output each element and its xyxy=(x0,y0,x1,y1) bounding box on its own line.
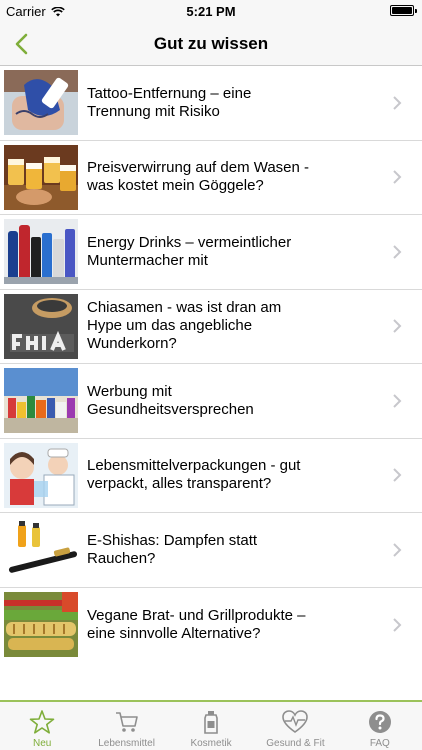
battery-icon xyxy=(390,5,417,16)
chia-seeds-thumbnail xyxy=(4,293,78,359)
page-title: Gut zu wissen xyxy=(153,34,269,53)
chevron-right-icon xyxy=(393,245,402,259)
status-time: 5:21 PM xyxy=(186,4,236,19)
tab-label: Gesund & Fit xyxy=(266,738,325,749)
chevron-right-icon xyxy=(393,618,402,632)
article-title: Energy Drinks – vermeintlicher Muntermac… xyxy=(87,233,292,269)
tab-label: Neu xyxy=(33,738,52,749)
list-item-chia[interactable]: Chiasamen - was ist dran am Hype um das … xyxy=(0,290,422,364)
tab-faq[interactable]: FAQ xyxy=(338,702,422,750)
status-bar: Carrier 5:21 PM xyxy=(0,0,422,22)
chevron-right-icon xyxy=(393,394,402,408)
chevron-right-icon xyxy=(393,170,402,184)
list-item-energy-drinks[interactable]: Energy Drinks – vermeintlicher Muntermac… xyxy=(0,215,422,290)
navigation-bar: Gut zu wissen xyxy=(0,22,422,66)
list-item-verpackungen[interactable]: Lebensmittelverpackungen - gut verpackt,… xyxy=(0,439,422,513)
article-title: Preisverwirrung auf dem Wasen - was kost… xyxy=(87,159,310,195)
energy-drinks-thumbnail xyxy=(4,219,78,284)
article-list: Tattoo-Entfernung – eine Trennung mit Ri… xyxy=(0,66,422,662)
list-item-tattoo[interactable]: Tattoo-Entfernung – eine Trennung mit Ri… xyxy=(0,66,422,141)
question-icon xyxy=(366,708,394,736)
tab-label: Lebensmittel xyxy=(98,738,155,749)
article-title: Lebensmittelverpackungen - gut verpackt,… xyxy=(87,457,301,493)
chevron-right-icon xyxy=(393,96,402,110)
chevron-right-icon xyxy=(393,468,402,482)
cosmetics-bottle-icon xyxy=(197,708,225,736)
chevron-right-icon xyxy=(393,319,402,333)
article-title: Tattoo-Entfernung – eine Trennung mit Ri… xyxy=(87,84,252,120)
article-title: Vegane Brat- und Grillprodukte – eine si… xyxy=(87,606,306,642)
tab-lebensmittel[interactable]: Lebensmittel xyxy=(84,702,168,750)
status-right xyxy=(390,5,417,16)
packaging-illustration-thumbnail xyxy=(4,442,78,508)
tab-kosmetik[interactable]: Kosmetik xyxy=(169,702,253,750)
list-item-vegan-grill[interactable]: Vegane Brat- und Grillprodukte – eine si… xyxy=(0,588,422,663)
tab-bar: Neu Lebensmittel Kosmetik Gesund & Fit F… xyxy=(0,700,422,750)
chevron-right-icon xyxy=(393,543,402,557)
list-item-werbung[interactable]: Werbung mit Gesundheitsversprechen xyxy=(0,364,422,439)
article-title: Werbung mit Gesundheitsversprechen xyxy=(87,382,254,418)
list-item-e-shishas[interactable]: E-Shishas: Dampfen statt Rauchen? xyxy=(0,513,422,588)
tattoo-removal-thumbnail xyxy=(4,70,78,135)
article-title: E-Shishas: Dampfen statt Rauchen? xyxy=(87,531,258,567)
list-item-wasen[interactable]: Preisverwirrung auf dem Wasen - was kost… xyxy=(0,141,422,215)
tab-neu[interactable]: Neu xyxy=(0,702,84,750)
article-title: Chiasamen - was ist dran am Hype um das … xyxy=(87,299,282,353)
tab-label: FAQ xyxy=(369,738,390,749)
vegan-grill-thumbnail xyxy=(4,591,78,657)
star-icon xyxy=(28,708,56,736)
heart-pulse-icon xyxy=(281,708,309,736)
e-shisha-thumbnail xyxy=(4,517,78,582)
tab-gesund-fit[interactable]: Gesund & Fit xyxy=(253,702,337,750)
tab-label: Kosmetik xyxy=(190,738,232,749)
beer-festival-thumbnail xyxy=(4,144,78,210)
health-products-thumbnail xyxy=(4,368,78,433)
cart-icon xyxy=(113,708,141,736)
